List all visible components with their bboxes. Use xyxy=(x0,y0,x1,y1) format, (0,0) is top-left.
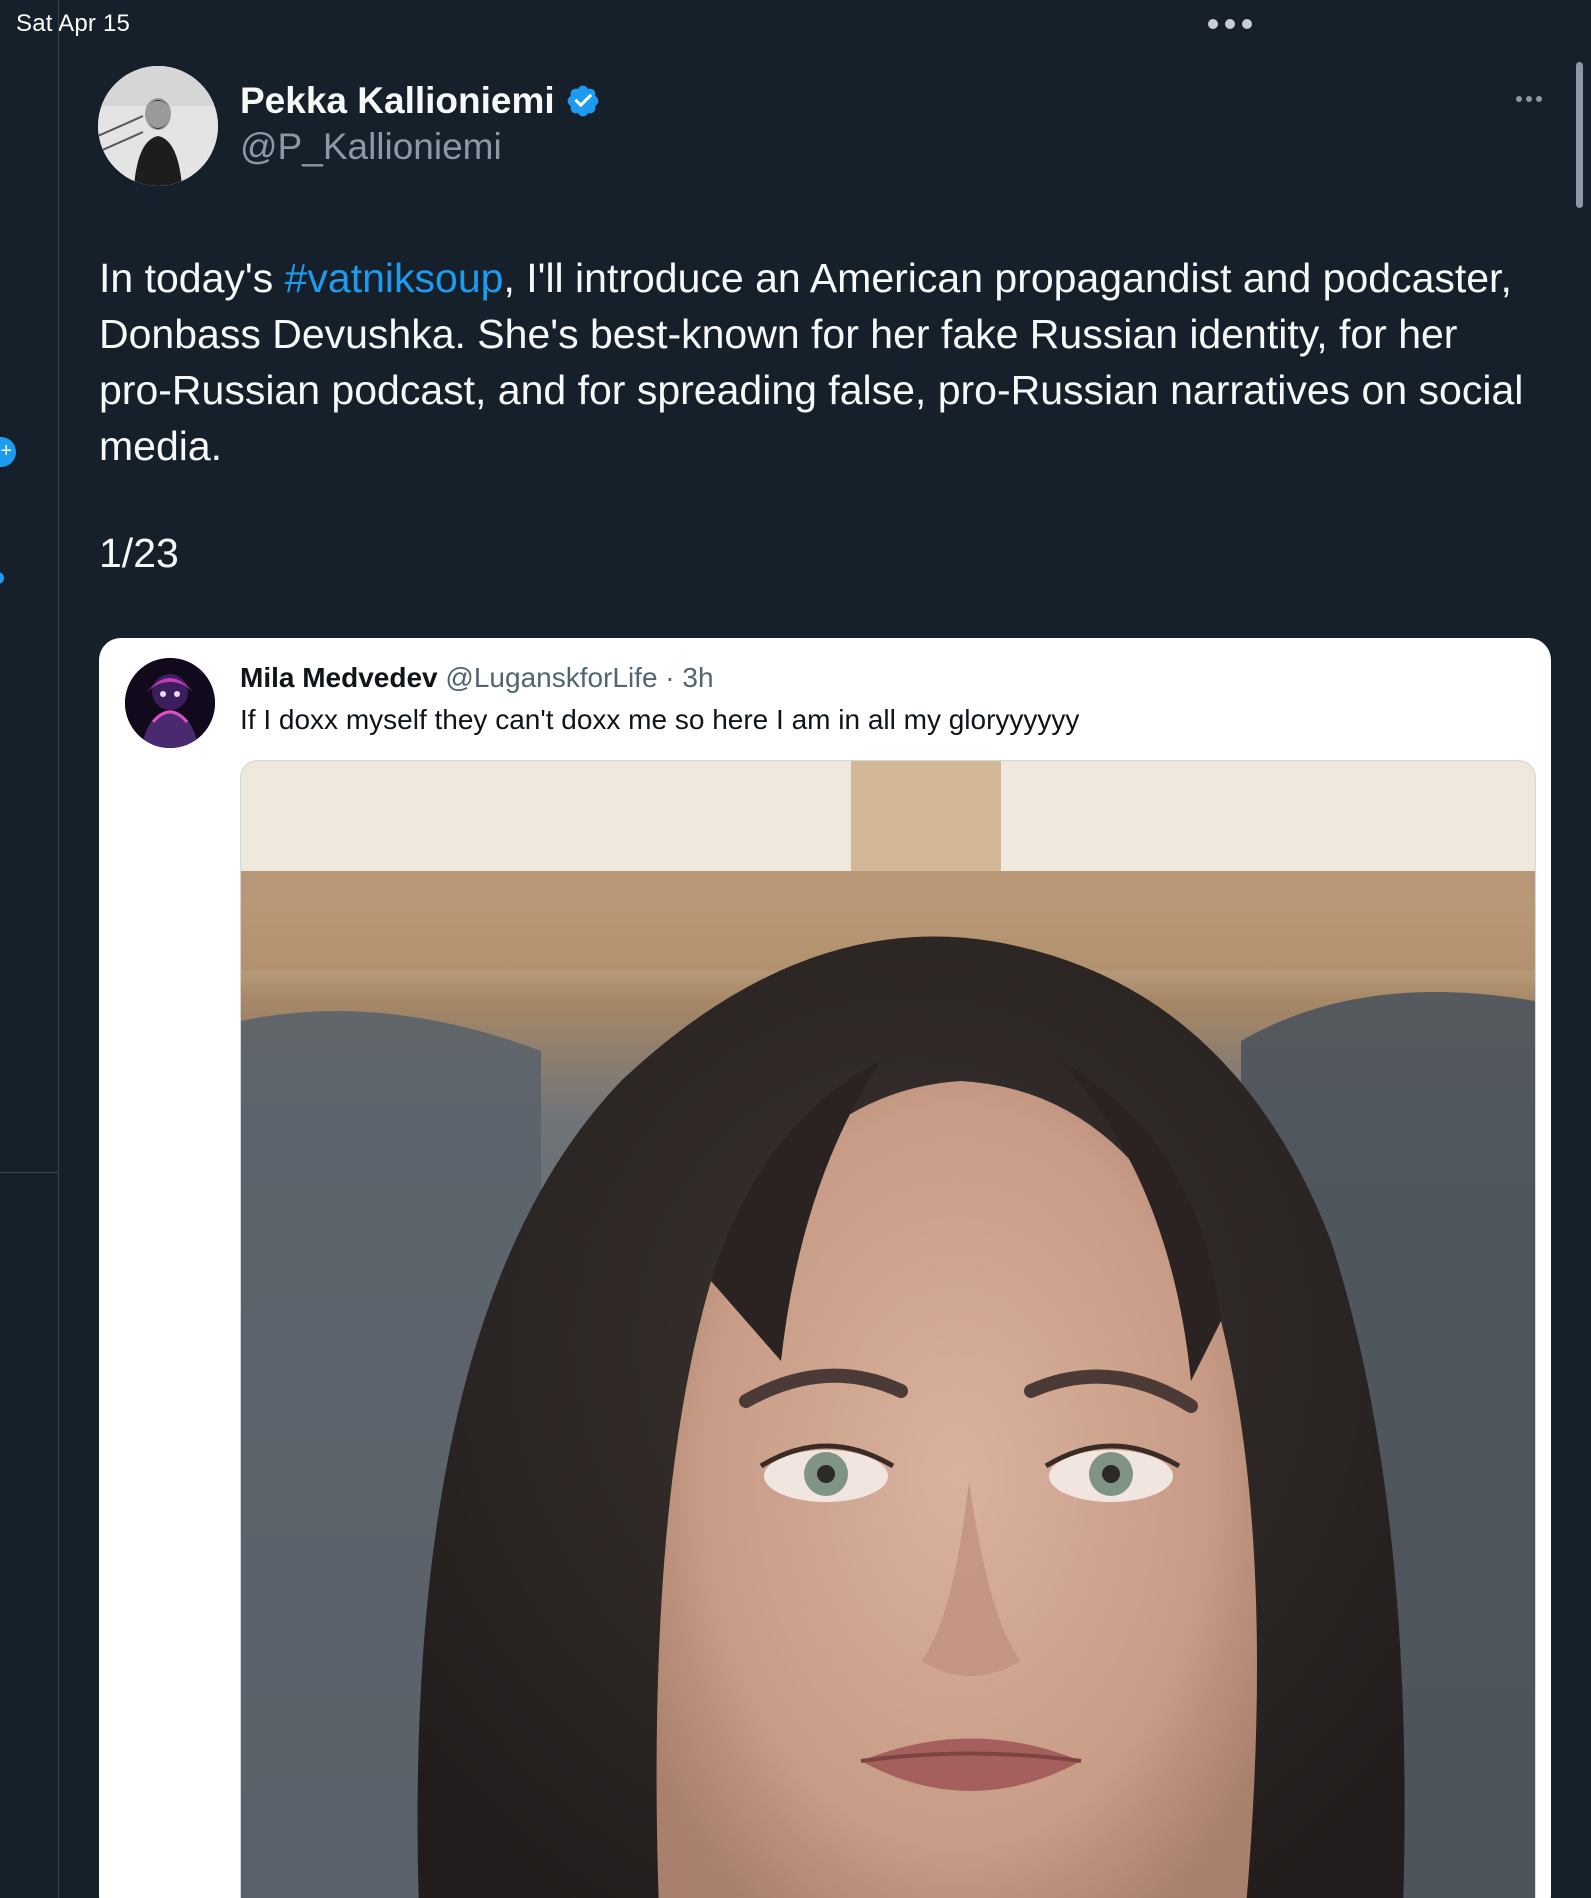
left-sidebar: + xyxy=(0,0,59,1898)
author-handle[interactable]: @P_Kallioniemi xyxy=(240,126,502,168)
attached-image[interactable]: Mila Medvedev @LuganskforLife · 3h If I … xyxy=(99,638,1551,1898)
tweet-text: In today's #vatniksoup, I'll introduce a… xyxy=(99,250,1539,474)
author-name[interactable]: Pekka Kallioniemi xyxy=(240,80,601,122)
author-avatar-photo xyxy=(98,66,218,186)
embedded-timestamp: 3h xyxy=(682,662,714,693)
tweet-text-intro: In today's xyxy=(99,255,285,301)
sidebar-divider xyxy=(0,1172,58,1173)
selfie-photo xyxy=(240,760,1536,1898)
embedded-author-avatar xyxy=(125,658,215,748)
more-options-icon[interactable] xyxy=(1516,96,1542,102)
embedded-tweet-text: If I doxx myself they can't doxx me so h… xyxy=(240,704,1080,735)
author-name-text: Pekka Kallioniemi xyxy=(240,80,555,121)
hashtag-link[interactable]: #vatniksoup xyxy=(285,255,504,301)
selfie-photo-illustration xyxy=(241,761,1535,1898)
window-handle-icon[interactable] xyxy=(1208,19,1252,29)
embedded-author-name: Mila Medvedev xyxy=(240,662,438,693)
embedded-author-handle: @LuganskforLife xyxy=(445,662,658,693)
embedded-tweet-header: Mila Medvedev @LuganskforLife · 3h xyxy=(240,662,714,694)
author-avatar[interactable] xyxy=(98,66,218,186)
embedded-avatar-art xyxy=(125,658,215,748)
thread-counter: 1/23 xyxy=(99,530,179,576)
scrollbar[interactable] xyxy=(1576,62,1583,208)
compose-plus-icon[interactable]: + xyxy=(0,437,16,467)
verified-badge-icon xyxy=(567,85,599,117)
notification-dot-icon xyxy=(0,572,4,584)
embedded-separator: · xyxy=(657,662,683,693)
